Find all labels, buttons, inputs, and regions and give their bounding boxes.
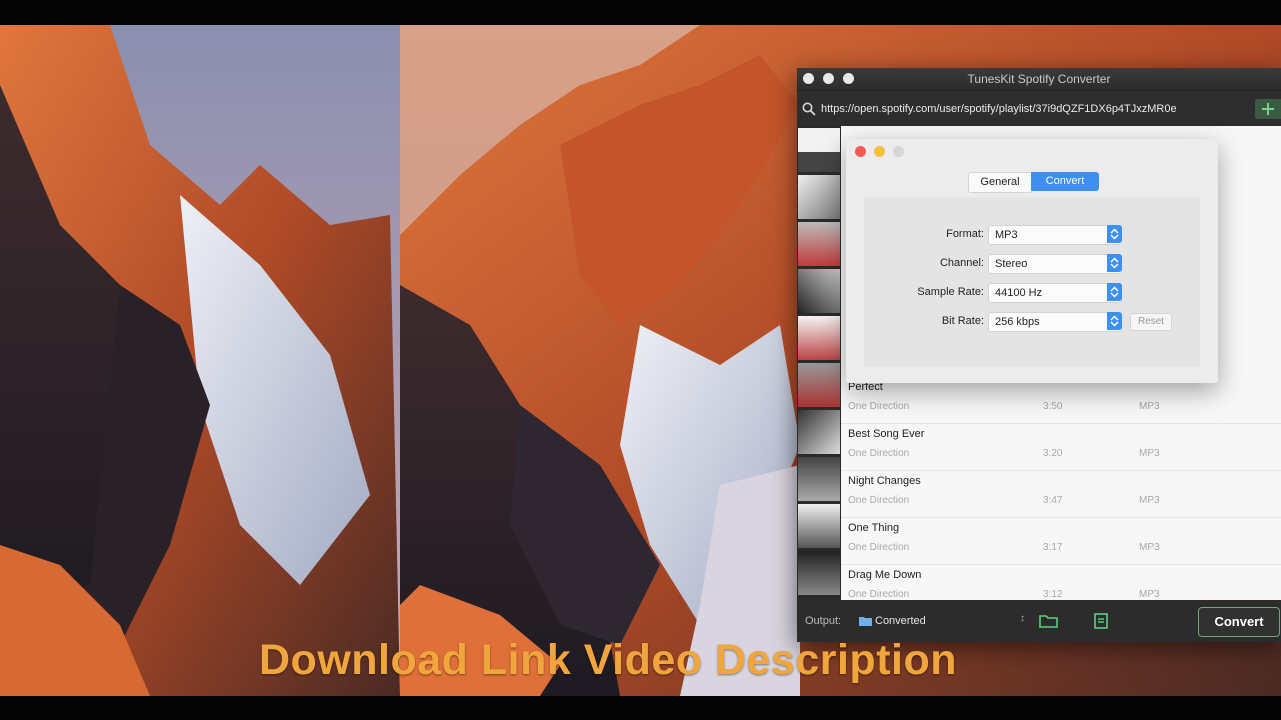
track-format: MP3 bbox=[1139, 448, 1160, 459]
output-label: Output: bbox=[805, 615, 842, 627]
album-thumbnail bbox=[798, 504, 840, 548]
track-artist: One Direction bbox=[848, 542, 910, 553]
track-format: MP3 bbox=[1139, 401, 1160, 412]
letterbox-bottom bbox=[0, 696, 1281, 720]
url-input[interactable] bbox=[821, 100, 1251, 118]
track-duration: 3:17 bbox=[1043, 542, 1063, 553]
zoom-dialog-button[interactable] bbox=[893, 146, 904, 157]
reset-button[interactable]: Reset bbox=[1130, 313, 1172, 331]
tab-general[interactable]: General bbox=[968, 172, 1031, 193]
track-title: Night Changes bbox=[848, 475, 921, 487]
close-dialog-button[interactable] bbox=[855, 146, 866, 157]
add-files-button[interactable] bbox=[1255, 99, 1281, 119]
format-value: MP3 bbox=[995, 229, 1018, 241]
letterbox-top bbox=[0, 0, 1281, 25]
album-thumbnail bbox=[798, 551, 840, 595]
sample-rate-select[interactable]: 44100 Hz bbox=[988, 283, 1122, 303]
album-thumbnail bbox=[798, 175, 840, 219]
thumbnail-column bbox=[797, 126, 841, 600]
chevron-updown-icon bbox=[1107, 225, 1122, 243]
track-title: One Thing bbox=[848, 522, 900, 534]
channel-select[interactable]: Stereo bbox=[988, 254, 1122, 274]
channel-label: Channel: bbox=[939, 257, 984, 269]
track-title: Best Song Ever bbox=[848, 428, 925, 440]
convert-settings-panel: Format: MP3 Channel: Stereo Sample Rate:… bbox=[864, 197, 1200, 367]
album-thumbnail bbox=[798, 363, 840, 407]
chevron-updown-icon: ↕ bbox=[1020, 613, 1025, 624]
convert-button[interactable]: Convert bbox=[1198, 607, 1280, 637]
album-thumbnail bbox=[798, 128, 840, 172]
folder-icon bbox=[859, 617, 872, 626]
track-artist: One Direction bbox=[848, 401, 910, 412]
track-artist: One Direction bbox=[848, 495, 910, 506]
album-thumbnail bbox=[798, 457, 840, 501]
url-bar bbox=[797, 90, 1281, 127]
album-thumbnail bbox=[798, 410, 840, 454]
preferences-tabs: General Convert bbox=[968, 172, 1100, 193]
track-artist: One Direction bbox=[848, 589, 910, 600]
search-icon bbox=[802, 102, 816, 116]
output-folder-value: Converted bbox=[875, 615, 926, 627]
output-folder-select[interactable]: Converted ↕ bbox=[857, 611, 1025, 631]
album-thumbnail bbox=[798, 222, 840, 266]
track-duration: 3:47 bbox=[1043, 495, 1063, 506]
track-row[interactable]: Perfect One Direction 3:50 MP3 bbox=[841, 376, 1281, 424]
album-thumbnail bbox=[798, 269, 840, 313]
channel-value: Stereo bbox=[995, 258, 1028, 270]
track-row[interactable]: One Thing One Direction 3:17 MP3 bbox=[841, 517, 1281, 565]
history-button[interactable] bbox=[1092, 612, 1110, 630]
history-list-icon bbox=[1094, 613, 1108, 629]
chevron-updown-icon bbox=[1107, 254, 1122, 272]
track-duration: 3:12 bbox=[1043, 589, 1063, 600]
bit-rate-select[interactable]: 256 kbps bbox=[988, 312, 1122, 332]
sample-rate-value: 44100 Hz bbox=[995, 287, 1043, 299]
minimize-dialog-button[interactable] bbox=[874, 146, 885, 157]
sample-rate-label: Sample Rate: bbox=[917, 286, 984, 298]
folder-open-icon bbox=[1039, 615, 1058, 628]
add-icon bbox=[1262, 103, 1274, 115]
tab-convert[interactable]: Convert bbox=[1031, 172, 1099, 191]
bit-rate-label: Bit Rate: bbox=[941, 315, 984, 327]
format-select[interactable]: MP3 bbox=[988, 225, 1122, 245]
track-row[interactable]: Night Changes One Direction 3:47 MP3 bbox=[841, 470, 1281, 518]
title-bar: TunesKit Spotify Converter bbox=[797, 68, 1281, 90]
preferences-dialog: General Convert Format: MP3 Channel: Ste… bbox=[846, 139, 1218, 383]
track-duration: 3:20 bbox=[1043, 448, 1063, 459]
track-format: MP3 bbox=[1139, 542, 1160, 553]
bit-rate-value: 256 kbps bbox=[995, 316, 1040, 328]
track-format: MP3 bbox=[1139, 589, 1160, 600]
chevron-updown-icon bbox=[1107, 312, 1122, 330]
album-thumbnail bbox=[798, 316, 840, 360]
track-artist: One Direction bbox=[848, 448, 910, 459]
chevron-updown-icon bbox=[1107, 283, 1122, 301]
track-format: MP3 bbox=[1139, 495, 1160, 506]
track-title: Drag Me Down bbox=[848, 569, 922, 581]
window-title: TunesKit Spotify Converter bbox=[967, 72, 1111, 86]
video-caption: Download Link Video Description bbox=[259, 636, 957, 684]
track-duration: 3:50 bbox=[1043, 401, 1063, 412]
track-row[interactable]: Best Song Ever One Direction 3:20 MP3 bbox=[841, 423, 1281, 471]
open-folder-button[interactable] bbox=[1038, 612, 1060, 630]
format-label: Format: bbox=[946, 228, 984, 240]
